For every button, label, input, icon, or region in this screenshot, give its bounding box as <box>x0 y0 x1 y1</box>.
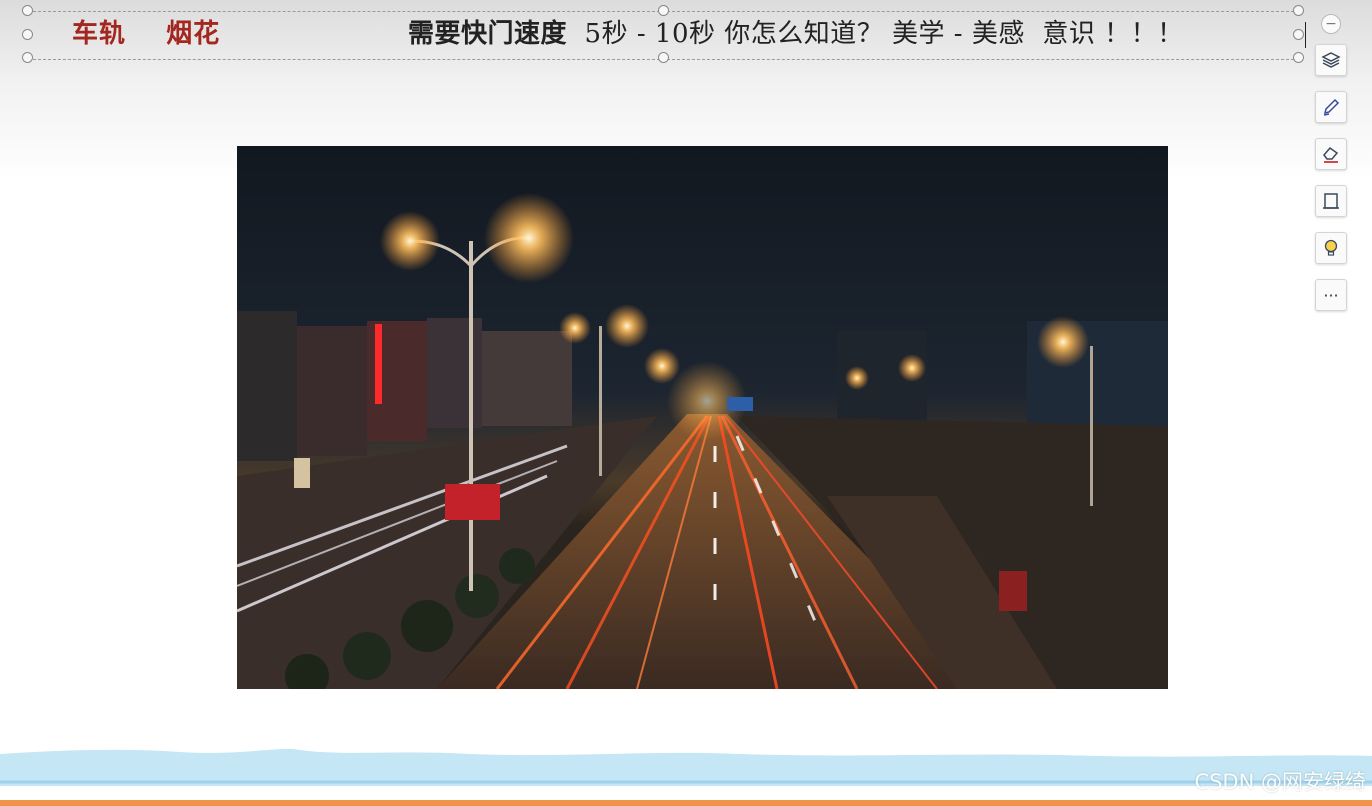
frame-button[interactable] <box>1315 185 1347 217</box>
resize-handle-mid-left[interactable] <box>22 29 33 40</box>
pen-button[interactable] <box>1315 91 1347 123</box>
bulb-button[interactable] <box>1315 232 1347 264</box>
csdn-watermark: CSDN @网安绿绮 <box>1194 770 1366 794</box>
eraser-button[interactable] <box>1315 138 1347 170</box>
text-caret <box>1305 22 1306 48</box>
right-toolbar: ··· <box>1315 44 1347 326</box>
frame-icon <box>1323 193 1339 209</box>
resize-handle-bottom-right[interactable] <box>1293 52 1304 63</box>
title-rest-part: 5秒 - 10秒 你怎么知道？ 美学 - 美感 意识 ！！！ <box>567 19 1184 49</box>
collapse-toolbar-button[interactable]: − <box>1321 14 1341 34</box>
eraser-icon <box>1323 146 1339 163</box>
bottom-wave-decoration <box>0 749 1372 806</box>
more-icon: ··· <box>1323 285 1339 305</box>
bulb-icon <box>1324 239 1338 256</box>
night-road-photo[interactable] <box>237 146 1168 689</box>
resize-handle-top-right[interactable] <box>1293 5 1304 16</box>
resize-handle-bottom-left[interactable] <box>22 52 33 63</box>
layers-button[interactable] <box>1315 44 1347 76</box>
title-main-text[interactable]: 需要快门速度 5秒 - 10秒 你怎么知道？ 美学 - 美感 意识 ！！！ <box>408 14 1184 54</box>
title-bold-part: 需要快门速度 <box>408 19 568 49</box>
more-button[interactable]: ··· <box>1315 279 1347 311</box>
layers-icon <box>1321 52 1341 68</box>
resize-handle-mid-right[interactable] <box>1293 29 1304 40</box>
title-left-text[interactable]: 车轨 烟花 <box>72 14 220 54</box>
pen-icon <box>1323 98 1340 116</box>
photo-illustration <box>237 146 1168 689</box>
resize-handle-top-left[interactable] <box>22 5 33 16</box>
